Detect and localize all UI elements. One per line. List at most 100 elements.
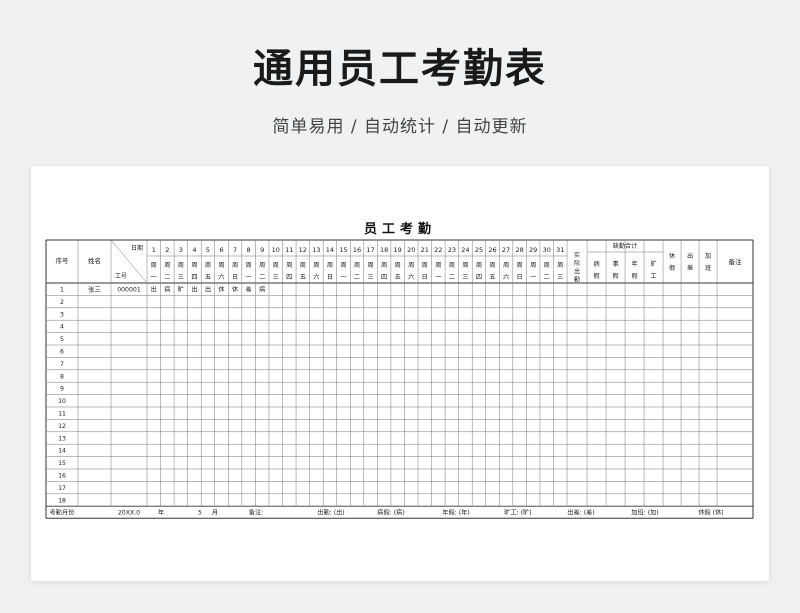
- attendance-mark: 出: [151, 286, 157, 294]
- weekday-label: 周: [313, 262, 319, 269]
- page-subtitle: 简单易用 / 自动统计 / 自动更新: [272, 117, 528, 137]
- header-seq: 序号: [56, 256, 70, 265]
- attendance-mark: 差: [246, 286, 252, 294]
- weekday-label: 六: [408, 273, 414, 281]
- day-number: 3: [179, 246, 183, 254]
- row-seq: 11: [58, 411, 66, 418]
- day-number: 16: [353, 246, 361, 254]
- weekday-label: 五: [205, 274, 211, 281]
- weekday-label: 周: [164, 262, 170, 269]
- weekday-label: 日: [232, 274, 238, 281]
- header-extra: 差: [687, 264, 693, 272]
- weekday-label: 三: [557, 274, 563, 281]
- weekday-label: 周: [354, 262, 360, 269]
- day-number: 14: [326, 246, 334, 254]
- row-seq: 17: [58, 485, 66, 492]
- weekday-label: 一: [340, 274, 346, 281]
- row-seq: 8: [60, 373, 64, 380]
- header-absence: 旷: [650, 260, 656, 268]
- weekday-label: 三: [178, 274, 184, 281]
- day-number: 7: [233, 246, 237, 254]
- day-number: 17: [366, 246, 374, 254]
- day-number: 15: [339, 246, 347, 254]
- weekday-label: 六: [313, 273, 319, 281]
- header-absence: 假: [593, 272, 599, 280]
- weekday-label: 二: [544, 274, 550, 281]
- day-number: 25: [475, 246, 483, 254]
- header-absence: 事: [612, 260, 618, 268]
- day-number: 18: [380, 246, 388, 254]
- weekday-label: 周: [340, 262, 346, 269]
- weekday-label: 周: [286, 262, 292, 269]
- footer-remark-label: 备注:: [249, 509, 263, 517]
- row-seq: 1: [60, 287, 64, 294]
- header-actual: 出: [574, 267, 580, 275]
- header-name: 姓名: [88, 256, 101, 265]
- weekday-label: 二: [449, 274, 455, 281]
- footer-month-label: 考勤月份: [50, 509, 76, 517]
- weekday-label: 六: [218, 273, 224, 281]
- header-absence: 工: [650, 273, 656, 280]
- header-absence: 年: [631, 260, 637, 268]
- day-number: 11: [285, 246, 293, 254]
- row-seq: 14: [58, 448, 66, 455]
- row-seq: 12: [58, 423, 66, 430]
- attendance-mark: 出: [205, 286, 211, 294]
- attendance-mark: 病: [164, 286, 170, 294]
- weekday-label: 周: [300, 262, 306, 269]
- weekday-label: 周: [395, 262, 401, 269]
- day-number: 8: [247, 246, 251, 254]
- weekday-label: 二: [164, 274, 170, 281]
- weekday-label: 五: [489, 274, 495, 281]
- weekday-label: 周: [517, 262, 523, 269]
- row-seq: 2: [60, 299, 64, 306]
- row-seq: 5: [60, 336, 64, 343]
- row-seq: 15: [58, 460, 66, 467]
- weekday-label: 周: [246, 262, 252, 269]
- footer-month-value: 5: [198, 510, 202, 517]
- day-number: 1: [152, 246, 156, 254]
- attendance-mark: 休: [232, 286, 239, 294]
- row-seq: 9: [60, 386, 64, 393]
- day-number: 27: [502, 246, 510, 254]
- weekday-label: 四: [286, 274, 292, 281]
- weekday-label: 四: [476, 274, 482, 281]
- header-extra: 假: [669, 264, 675, 272]
- footer-legend-item: 加班: (加): [631, 509, 658, 517]
- day-number: 12: [299, 246, 307, 254]
- weekday-label: 周: [178, 262, 184, 269]
- row-seq: 3: [60, 311, 64, 318]
- footer-month-unit: 月: [212, 510, 218, 517]
- weekday-label: 周: [273, 262, 279, 269]
- row-seq: 10: [58, 398, 66, 405]
- weekday-label: 周: [435, 262, 441, 269]
- day-number: 6: [219, 246, 223, 254]
- day-number: 22: [434, 246, 442, 254]
- weekday-label: 周: [489, 262, 495, 269]
- attendance-grid: 序号 姓名 日期工号 1 周一 2 周二 3 周三 4 周四 5 周五 6 周六 7 周日 8 周一 9 周二 10 周三 1…: [45, 239, 754, 519]
- footer-legend-item: 病假: (病): [377, 509, 404, 517]
- footer-legend-item: 休假 (休): [698, 509, 723, 517]
- weekday-label: 周: [476, 262, 482, 269]
- weekday-label: 日: [422, 274, 428, 281]
- weekday-label: 周: [381, 262, 387, 269]
- header-empno: 工号: [115, 273, 127, 280]
- row-seq: 16: [58, 473, 66, 480]
- day-number: 24: [461, 246, 469, 254]
- weekday-label: 一: [530, 274, 536, 281]
- weekday-label: 周: [530, 262, 536, 269]
- header-absence: 假: [612, 272, 618, 280]
- weekday-label: 一: [151, 274, 157, 281]
- day-number: 23: [448, 246, 456, 254]
- day-number: 4: [192, 246, 196, 254]
- header-actual: 际: [574, 259, 580, 267]
- header-extra: 出: [687, 252, 693, 260]
- weekday-label: 周: [205, 262, 211, 269]
- footer-year-value: 20XX.0: [118, 510, 140, 517]
- day-number: 21: [421, 246, 429, 254]
- weekday-label: 四: [191, 274, 197, 281]
- weekday-label: 五: [395, 274, 401, 281]
- row-seq: 18: [58, 497, 66, 504]
- day-number: 31: [556, 246, 564, 254]
- day-number: 5: [206, 246, 210, 254]
